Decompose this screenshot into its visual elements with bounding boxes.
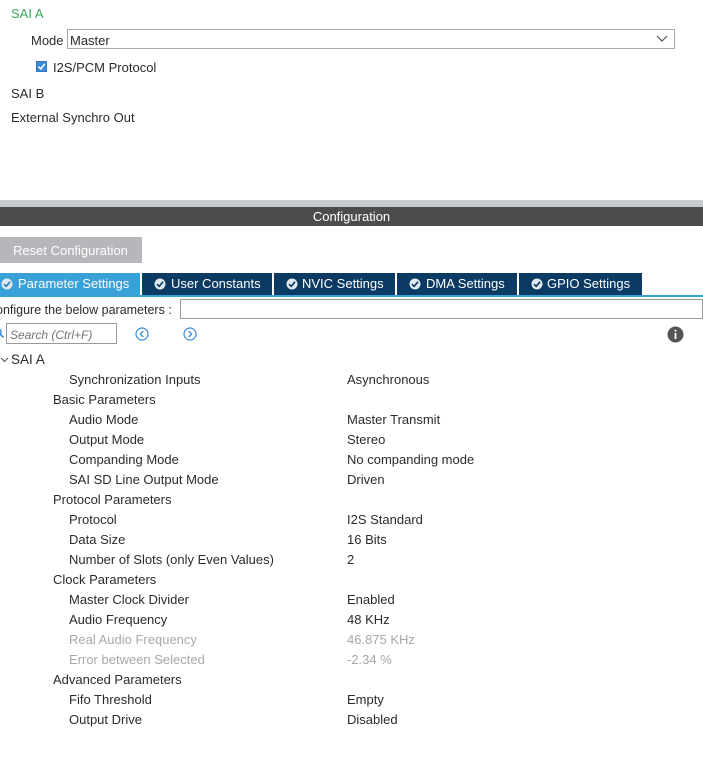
tree-group-label[interactable]: Advanced Parameters (53, 672, 182, 687)
parameter-label[interactable]: Real Audio Frequency (69, 632, 197, 647)
check-circle-icon (154, 278, 166, 290)
tab-user-constants[interactable]: User Constants (142, 273, 272, 295)
parameter-label[interactable]: Synchronization Inputs (69, 372, 201, 387)
tab-underline (0, 295, 703, 297)
parameter-value[interactable]: Disabled (347, 712, 398, 727)
configuration-header: Configuration (0, 207, 703, 226)
parameter-label[interactable]: Data Size (69, 532, 125, 547)
tab-label: DMA Settings (426, 276, 505, 291)
tab-label: User Constants (171, 276, 261, 291)
configure-instructions: onfigure the below parameters : (0, 303, 172, 317)
tree-group-label[interactable]: Basic Parameters (53, 392, 156, 407)
checkmark-icon (37, 63, 46, 71)
tab-dma-settings[interactable]: DMA Settings (397, 273, 517, 295)
parameter-label[interactable]: Number of Slots (only Even Values) (69, 552, 274, 567)
tab-nvic-settings[interactable]: NVIC Settings (274, 273, 395, 295)
info-icon[interactable] (667, 326, 684, 343)
tab-label: GPIO Settings (547, 276, 631, 291)
reset-configuration-button[interactable]: Reset Configuration (0, 237, 142, 263)
tree-group-label[interactable]: Protocol Parameters (53, 492, 172, 507)
collapse-chevron-icon[interactable] (0, 355, 9, 364)
mode-label: Mode (31, 33, 64, 48)
mode-select[interactable]: Master (67, 29, 675, 49)
parameter-value: -2.34 % (347, 652, 392, 667)
parameter-value[interactable]: Empty (347, 692, 384, 707)
splitter-bar[interactable] (0, 200, 703, 207)
parameter-label[interactable]: Audio Mode (69, 412, 138, 427)
parameter-label[interactable]: SAI SD Line Output Mode (69, 472, 219, 487)
check-circle-icon (531, 278, 543, 290)
chevron-left-icon[interactable] (135, 327, 149, 341)
parameter-value[interactable]: 2 (347, 552, 354, 567)
parameter-value[interactable]: Driven (347, 472, 385, 487)
parameter-value: 46.875 KHz (347, 632, 415, 647)
parameter-value[interactable]: I2S Standard (347, 512, 423, 527)
parameter-label[interactable]: Audio Frequency (69, 612, 167, 627)
check-circle-icon (1, 278, 13, 290)
i2s-pcm-label[interactable]: I2S/PCM Protocol (53, 60, 156, 75)
tab-label: NVIC Settings (302, 276, 384, 291)
parameter-value[interactable]: No companding mode (347, 452, 474, 467)
parameter-label[interactable]: Master Clock Divider (69, 592, 189, 607)
tab-label: Parameter Settings (18, 276, 130, 291)
sai-b-title[interactable]: SAI B (11, 86, 44, 101)
config-tabs: Parameter Settings User Constants NVIC S… (0, 273, 703, 295)
chevron-down-icon (656, 35, 668, 42)
parameter-value[interactable]: Enabled (347, 592, 395, 607)
search-input[interactable] (6, 323, 117, 344)
sai-config-window: SAI A Mode Master I2S/PCM Protocol SAI B… (0, 0, 703, 758)
parameter-label[interactable]: Companding Mode (69, 452, 179, 467)
tree-group-label[interactable]: Clock Parameters (53, 572, 156, 587)
check-circle-icon (286, 278, 298, 290)
external-sync-title[interactable]: External Synchro Out (11, 110, 135, 125)
sai-a-title[interactable]: SAI A (11, 6, 44, 21)
tab-gpio-settings[interactable]: GPIO Settings (519, 273, 642, 295)
parameter-value[interactable]: Master Transmit (347, 412, 440, 427)
parameter-value[interactable]: Asynchronous (347, 372, 429, 387)
tree-node-sai-a[interactable]: SAI A (11, 352, 45, 367)
parameter-label[interactable]: Output Drive (69, 712, 142, 727)
parameter-label[interactable]: Fifo Threshold (69, 692, 152, 707)
parameter-value[interactable]: Stereo (347, 432, 385, 447)
parameter-label[interactable]: Error between Selected (69, 652, 205, 667)
parameter-value[interactable]: 16 Bits (347, 532, 387, 547)
mode-select-value: Master (70, 33, 110, 48)
parameter-value[interactable]: 48 KHz (347, 612, 390, 627)
i2s-pcm-checkbox[interactable] (36, 61, 47, 72)
chevron-right-icon[interactable] (183, 327, 197, 341)
tab-parameter-settings[interactable]: Parameter Settings (0, 273, 140, 295)
check-circle-icon (409, 278, 421, 290)
parameter-label[interactable]: Protocol (69, 512, 117, 527)
configure-description-field[interactable] (180, 299, 703, 319)
parameter-label[interactable]: Output Mode (69, 432, 144, 447)
